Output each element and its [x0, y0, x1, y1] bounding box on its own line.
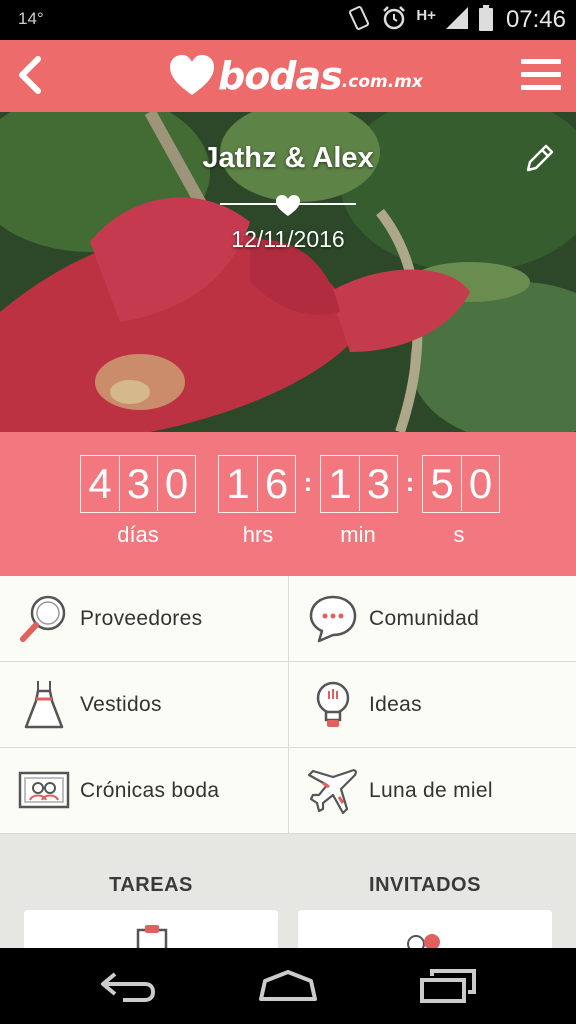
invitados-card[interactable] [298, 910, 552, 948]
menu-item-proveedores[interactable]: Proveedores [0, 576, 288, 662]
colon-separator: : [303, 467, 313, 497]
alarm-icon [380, 4, 408, 37]
menu-label: Vestidos [80, 692, 162, 716]
airplane-icon [307, 768, 357, 814]
seconds-label: s [453, 522, 465, 547]
dashboard-sections: TAREAS INVITADOS [0, 834, 576, 948]
chevron-left-icon [19, 56, 41, 94]
second-digit: 0 [461, 456, 499, 511]
network-type-text: H+ [416, 6, 436, 24]
day-digit: 0 [157, 456, 195, 511]
hour-digit: 6 [257, 456, 295, 511]
seconds-digits: 5 0 [422, 455, 500, 513]
days-label: días [117, 522, 159, 547]
section-title-tareas: TAREAS [109, 874, 193, 896]
hours-digits: 1 6 [218, 455, 296, 513]
system-nav-bar [0, 948, 576, 1024]
feature-menu: Proveedores Comunidad Vestidos Ideas Cró… [0, 576, 576, 834]
day-digit: 3 [119, 456, 157, 511]
minute-digit: 1 [328, 459, 352, 507]
app-header: bodas .com.mx [0, 40, 576, 112]
hero-photo: Jathz & Alex 12/11/2016 [0, 112, 576, 432]
temperature-text: 14° [18, 9, 44, 28]
minutes-digits: 1 3 [320, 455, 398, 513]
menu-item-vestidos[interactable]: Vestidos [0, 662, 288, 748]
clipboard-icon [136, 925, 168, 948]
signal-icon [444, 5, 470, 36]
wedding-date: 12/11/2016 [231, 226, 345, 252]
home-icon [259, 970, 317, 1001]
photo-frame-icon [18, 771, 70, 808]
heart-divider-icon [220, 195, 356, 216]
bodas-logo[interactable]: bodas .com.mx [168, 46, 428, 106]
second-digit: 5 [430, 459, 454, 507]
menu-item-cronicas-boda[interactable]: Crónicas boda [0, 748, 288, 834]
hamburger-icon [521, 59, 561, 90]
nav-home-button[interactable] [253, 962, 323, 1010]
chat-bubble-icon [309, 595, 357, 642]
tareas-card[interactable] [24, 910, 278, 948]
pencil-icon [526, 144, 554, 172]
menu-label: Comunidad [369, 606, 480, 630]
menu-item-luna-de-miel[interactable]: Luna de miel [288, 748, 576, 834]
recents-icon [420, 969, 476, 1003]
nav-recents-button[interactable] [413, 962, 483, 1010]
vibrate-icon [346, 4, 372, 37]
section-title-invitados: INVITADOS [369, 874, 481, 896]
magnifier-icon [20, 595, 66, 642]
hour-digit: 1 [226, 459, 250, 507]
battery-icon [478, 4, 494, 37]
menu-item-comunidad[interactable]: Comunidad [288, 576, 576, 662]
hamburger-menu-button[interactable] [520, 52, 562, 98]
couple-names: Jathz & Alex [202, 142, 374, 174]
menu-label: Ideas [369, 692, 422, 716]
hours-label: hrs [242, 522, 274, 547]
back-arrow-icon [101, 972, 156, 1002]
day-digit: 4 [88, 459, 112, 507]
menu-item-ideas[interactable]: Ideas [288, 662, 576, 748]
colon-separator: : [405, 467, 415, 497]
guests-icon [407, 934, 440, 948]
status-bar: 14° H+ 07:46 [0, 0, 576, 40]
clock-text: 07:46 [505, 6, 566, 33]
back-button[interactable] [12, 50, 48, 100]
minutes-label: min [340, 522, 376, 547]
menu-label: Proveedores [80, 606, 203, 630]
lightbulb-icon [316, 681, 350, 727]
days-digits: 4 3 0 [80, 455, 196, 513]
dress-icon [24, 680, 64, 728]
menu-label: Crónicas boda [80, 778, 220, 802]
heart-logo-icon [170, 55, 214, 95]
edit-button[interactable] [522, 142, 556, 176]
nav-back-button[interactable] [93, 962, 163, 1010]
wedding-countdown: 4 3 0 1 6 : 1 3 : 5 0 días hrs min s [0, 432, 576, 576]
logo-word: bodas [218, 54, 343, 98]
menu-label: Luna de miel [369, 778, 493, 802]
minute-digit: 3 [359, 456, 397, 511]
logo-domain: .com.mx [341, 72, 423, 92]
status-icons: H+ 07:46 [346, 4, 566, 36]
